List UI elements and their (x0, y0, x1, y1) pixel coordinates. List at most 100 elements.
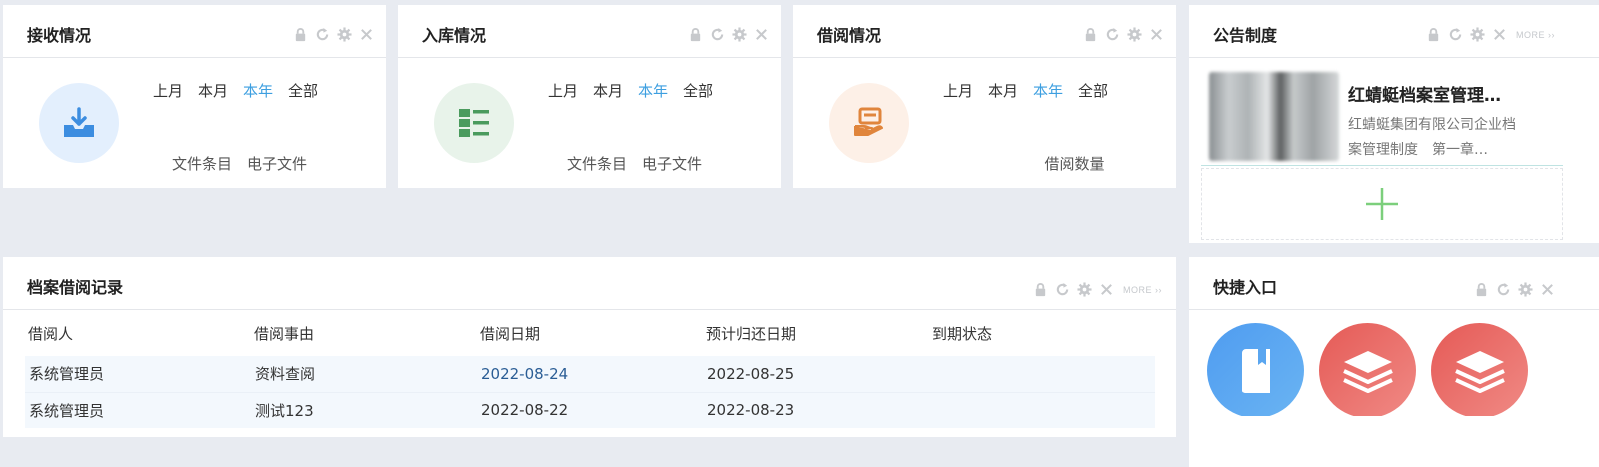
gear-icon[interactable] (732, 27, 747, 42)
lock-icon[interactable] (1083, 27, 1098, 42)
hand-document-icon (829, 83, 909, 163)
panel-tools (1083, 27, 1164, 42)
panel-title: 入库情况 (422, 26, 487, 45)
cell-return-date: 2022-08-25 (707, 364, 795, 383)
notice-thumbnail[interactable] (1209, 72, 1339, 161)
tab-this-year[interactable]: 本年 (638, 80, 668, 101)
lock-icon[interactable] (1033, 282, 1048, 297)
stat-label-electronic-files: 电子文件 (247, 155, 308, 173)
stat-label-borrow-count: 借阅数量 (1044, 155, 1105, 173)
close-icon[interactable] (1149, 27, 1164, 42)
cell-return-date: 2022-08-23 (703, 391, 929, 428)
tab-all[interactable]: 全部 (1078, 80, 1108, 101)
refresh-icon[interactable] (1105, 27, 1120, 42)
period-tabs: 上月 本月 本年 全部 (548, 80, 713, 101)
more-label: MORE (1516, 29, 1545, 40)
tab-all[interactable]: 全部 (683, 80, 713, 101)
column-header-return-date: 预计归还日期 (706, 324, 797, 343)
column-header-due-status: 到期状态 (932, 324, 993, 343)
gear-icon[interactable] (1470, 27, 1485, 42)
lock-icon[interactable] (293, 27, 308, 42)
table-header-row: 借阅人 借阅事由 借阅日期 预计归还日期 到期状态 (25, 310, 1155, 356)
cell-due-status (929, 356, 1155, 392)
layers-icon (1342, 350, 1393, 393)
close-icon[interactable] (359, 27, 374, 42)
cell-due-status (929, 391, 1155, 428)
book-icon (1241, 348, 1270, 393)
more-label: MORE (1123, 284, 1152, 295)
stat-label-electronic-files: 电子文件 (642, 155, 703, 173)
divider (1201, 165, 1563, 166)
gear-icon[interactable] (1127, 27, 1142, 42)
cell-borrow-date: 2022-08-24 (481, 364, 569, 383)
panel-title: 借阅情况 (817, 26, 882, 45)
column-header-borrow-date: 借阅日期 (480, 324, 541, 343)
column-header-borrower: 借阅人 (28, 324, 74, 343)
table-row[interactable]: 系统管理员 测试123 2022-08-22 2022-08-23 (25, 391, 1155, 428)
refresh-icon[interactable] (1448, 27, 1463, 42)
panel-title: 档案借阅记录 (27, 278, 124, 297)
panel-title: 接收情况 (27, 26, 92, 45)
tab-this-month[interactable]: 本月 (593, 80, 623, 101)
period-tabs: 上月 本月 本年 全部 (153, 80, 318, 101)
panel-title: 公告制度 (1213, 26, 1278, 45)
stat-label-file-entries: 文件条目 (566, 155, 627, 173)
close-icon[interactable] (1099, 282, 1114, 297)
layers-icon (1454, 350, 1505, 393)
shortcut-book[interactable] (1207, 323, 1304, 416)
cell-reason: 测试123 (251, 391, 477, 428)
tab-last-month[interactable]: 上月 (548, 80, 578, 101)
panel-tools (688, 27, 769, 42)
borrow-records-table: 借阅人 借阅事由 借阅日期 预计归还日期 到期状态 系统管理员 资料查阅 202… (25, 310, 1155, 428)
tab-last-month[interactable]: 上月 (153, 80, 183, 101)
stat-labels: 文件条目 电子文件 (3, 153, 386, 174)
tab-this-year[interactable]: 本年 (1033, 80, 1063, 101)
column-header-reason: 借阅事由 (254, 324, 315, 343)
close-icon[interactable] (754, 27, 769, 42)
stat-label-file-entries: 文件条目 (171, 155, 232, 173)
refresh-icon[interactable] (710, 27, 725, 42)
panel-header: 入库情况 (398, 5, 781, 58)
cell-borrow-date: 2022-08-22 (477, 391, 703, 428)
more-link[interactable]: MORE ›› (1123, 285, 1162, 295)
shortcut-layers-1[interactable] (1319, 323, 1416, 416)
tab-this-month[interactable]: 本月 (198, 80, 228, 101)
panel-tools: MORE ›› (1426, 27, 1555, 42)
panel-header: 借阅情况 (793, 5, 1176, 58)
lock-icon[interactable] (688, 27, 703, 42)
plus-icon (1366, 188, 1398, 220)
list-icon (434, 83, 514, 163)
gear-icon[interactable] (337, 27, 352, 42)
panel-tools (293, 27, 374, 42)
add-notice-button[interactable] (1201, 168, 1563, 240)
cell-borrower: 系统管理员 (29, 365, 105, 384)
notice-item-title[interactable]: 红蜻蜓档案室管理… (1348, 81, 1501, 106)
panel-header: 公告制度 MORE ›› (1189, 5, 1599, 58)
table-row[interactable]: 系统管理员 资料查阅 2022-08-24 2022-08-25 (25, 356, 1155, 392)
shortcut-layers-2[interactable] (1431, 323, 1528, 416)
borrow-records-panel: 档案借阅记录 MORE ›› 借阅人 借阅事由 借阅日期 预计归还日期 到期状态… (3, 257, 1176, 437)
period-tabs: 上月 本月 本年 全部 (943, 80, 1108, 101)
refresh-icon[interactable] (1055, 282, 1070, 297)
inbox-download-icon (39, 83, 119, 163)
tab-all[interactable]: 全部 (288, 80, 318, 101)
stat-labels: 文件条目 电子文件 (398, 153, 781, 174)
close-icon[interactable] (1492, 27, 1507, 42)
tab-this-year[interactable]: 本年 (243, 80, 273, 101)
storage-panel: 入库情况 上月 本月 本年 全部 文件条目 电子文件 (398, 5, 781, 188)
more-link[interactable]: MORE ›› (1516, 30, 1555, 40)
lock-icon[interactable] (1426, 27, 1441, 42)
notice-item-desc: 红蜻蜓集团有限公司企业档案管理制度 第一章… (1348, 117, 1516, 158)
cell-reason: 资料查阅 (255, 365, 316, 384)
tab-last-month[interactable]: 上月 (943, 80, 973, 101)
cell-borrower: 系统管理员 (25, 391, 251, 428)
shortcut-list (1189, 257, 1599, 416)
panel-header: 接收情况 (3, 5, 386, 58)
gear-icon[interactable] (1077, 282, 1092, 297)
tab-this-month[interactable]: 本月 (988, 80, 1018, 101)
stat-labels: 借阅数量 (793, 153, 1176, 174)
notice-panel: 公告制度 MORE ›› 红蜻蜓档案室管理… 红蜻蜓集团有限公司企业档案管理制度… (1189, 5, 1599, 243)
borrow-panel: 借阅情况 上月 本月 本年 全部 借阅数量 (793, 5, 1176, 188)
panel-header: 档案借阅记录 MORE ›› (3, 257, 1176, 310)
refresh-icon[interactable] (315, 27, 330, 42)
